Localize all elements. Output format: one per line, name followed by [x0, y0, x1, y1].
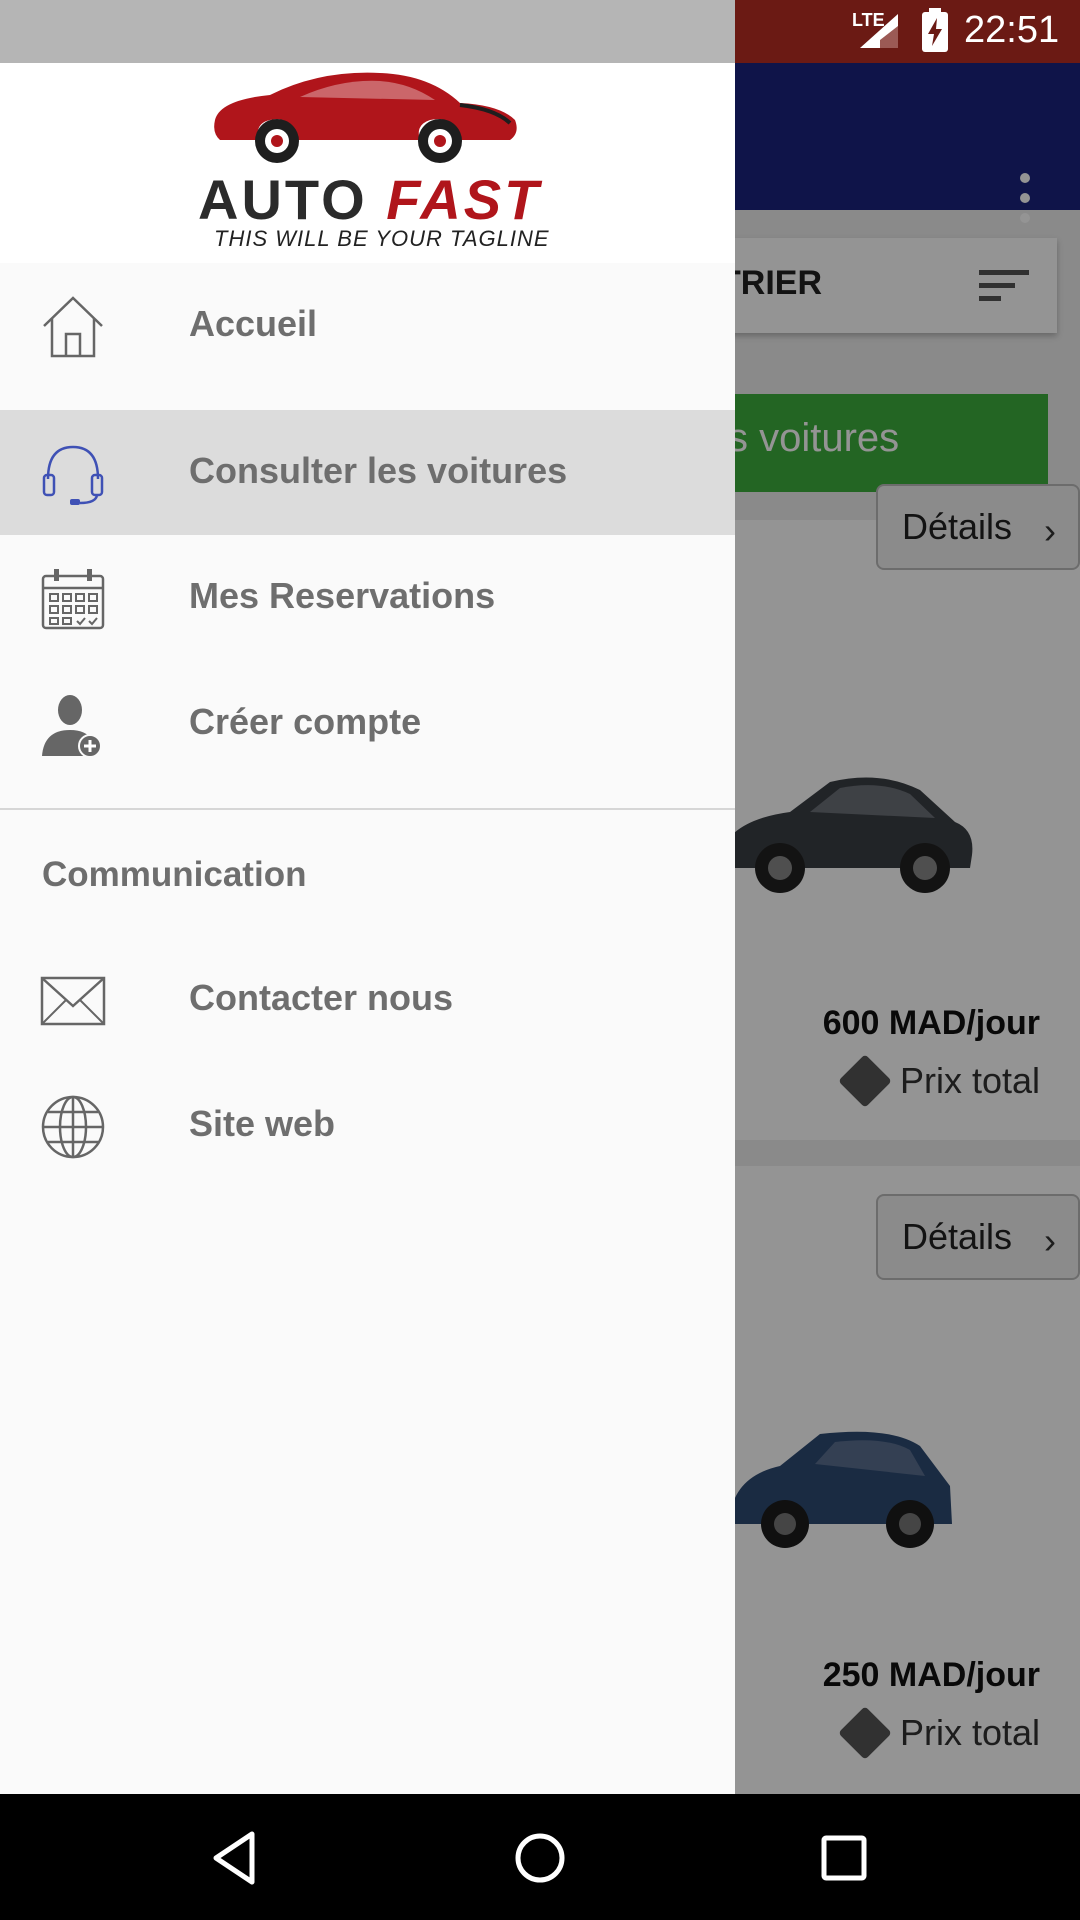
headset-icon	[42, 445, 104, 505]
calendar-icon	[41, 569, 105, 630]
home-circle-icon[interactable]	[510, 1828, 570, 1888]
battery-charging-icon	[922, 8, 948, 52]
signal-icon	[860, 14, 898, 48]
recents-icon[interactable]	[814, 1828, 874, 1888]
drawer-item-consulter-voitures[interactable]: Consulter les voitures	[0, 410, 735, 535]
drawer-header: AUTO FAST THIS WILL BE YOUR TAGLINE	[0, 63, 735, 263]
home-icon	[43, 296, 103, 358]
system-nav-bar	[0, 1794, 1080, 1920]
drawer-item-label: Créer compte	[189, 701, 422, 742]
drawer-item-label: Consulter les voitures	[189, 450, 568, 491]
logo-fast: FAST	[386, 168, 542, 231]
globe-icon	[41, 1095, 105, 1159]
logo-auto: AUTO	[198, 168, 368, 231]
drawer-item-creer-compte[interactable]: Créer compte	[0, 661, 735, 786]
drawer-item-accueil[interactable]: Accueil	[0, 263, 735, 388]
drawer-item-label: Mes Reservations	[189, 575, 496, 616]
drawer-item-site-web[interactable]: Site web	[0, 1063, 735, 1188]
drawer-item-label: Contacter nous	[189, 977, 454, 1018]
back-icon[interactable]	[206, 1828, 266, 1888]
clock: 22:51	[964, 9, 1060, 51]
drawer-item-label: Accueil	[189, 303, 318, 344]
drawer-item-label: Site web	[189, 1103, 336, 1144]
navigation-drawer: AUTO FAST THIS WILL BE YOUR TAGLINE Accu…	[0, 63, 735, 1794]
drawer-divider	[0, 808, 735, 810]
status-bar: LTE 22:51	[0, 0, 1080, 63]
status-bar-drawer-area	[0, 0, 735, 63]
drawer-item-contacter-nous[interactable]: Contacter nous	[0, 937, 735, 1062]
logo-car-icon	[214, 72, 517, 163]
add-user-icon	[42, 695, 102, 758]
logo-wordmark: AUTO FAST	[198, 167, 541, 232]
drawer-item-mes-reservations[interactable]: Mes Reservations	[0, 535, 735, 660]
logo-tagline: THIS WILL BE YOUR TAGLINE	[214, 226, 550, 251]
envelope-icon	[40, 976, 106, 1026]
section-title-communication: Communication	[42, 855, 307, 894]
